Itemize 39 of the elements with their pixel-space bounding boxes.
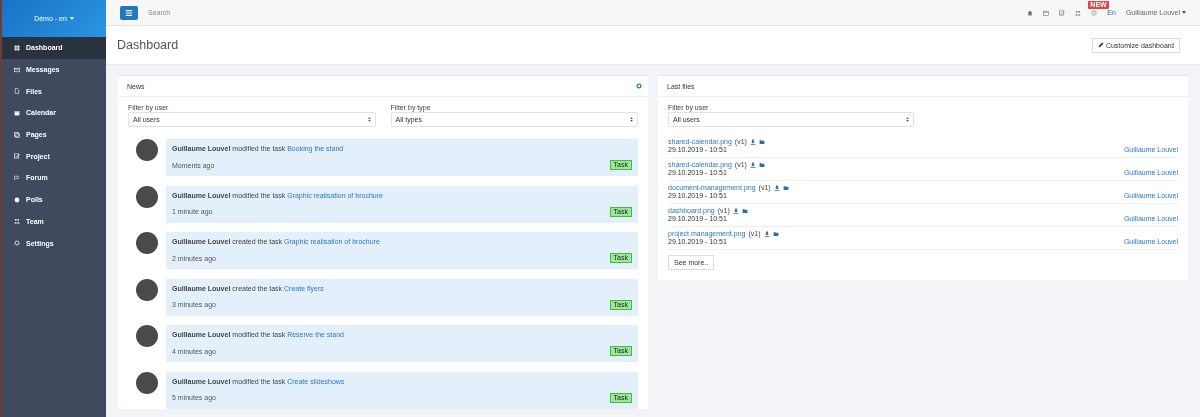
pencil-icon <box>1097 42 1104 48</box>
download-icon[interactable] <box>749 138 756 145</box>
checkbox-icon[interactable] <box>1059 9 1066 16</box>
download-icon[interactable] <box>763 230 770 237</box>
avatar <box>136 371 158 394</box>
caret-icon <box>1182 11 1186 14</box>
settings-icon[interactable] <box>636 83 642 89</box>
chat-icon <box>14 174 20 181</box>
calendar-icon <box>14 109 20 116</box>
download-icon[interactable] <box>773 184 780 191</box>
avatar <box>136 325 158 347</box>
pages-icon <box>14 131 20 138</box>
download-icon[interactable] <box>749 161 756 168</box>
folder-icon[interactable] <box>741 207 748 214</box>
updown-icon <box>906 117 909 122</box>
menu-icon <box>125 8 133 17</box>
folder-icon[interactable] <box>782 184 789 191</box>
page-title: Dashboard <box>117 38 179 52</box>
avatar <box>136 278 158 301</box>
avatar <box>136 139 158 161</box>
people-icon <box>14 218 20 225</box>
home-icon[interactable] <box>1027 9 1034 16</box>
avatar <box>136 185 158 208</box>
grid-icon <box>14 44 20 51</box>
download-icon[interactable] <box>732 207 739 214</box>
file-icon <box>14 88 20 95</box>
folder-icon[interactable] <box>758 138 765 145</box>
caret-icon <box>69 17 74 20</box>
checkbox-icon <box>14 153 20 160</box>
avatar <box>136 232 158 254</box>
folder-icon[interactable] <box>758 161 765 168</box>
updown-icon <box>367 117 371 122</box>
people-icon[interactable] <box>1075 9 1082 16</box>
calendar-icon[interactable] <box>1043 9 1050 16</box>
folder-icon[interactable] <box>772 230 779 237</box>
updown-icon <box>630 117 633 122</box>
envelope-icon <box>14 66 20 73</box>
menu-button[interactable] <box>120 5 138 20</box>
settings-icon <box>14 240 20 247</box>
